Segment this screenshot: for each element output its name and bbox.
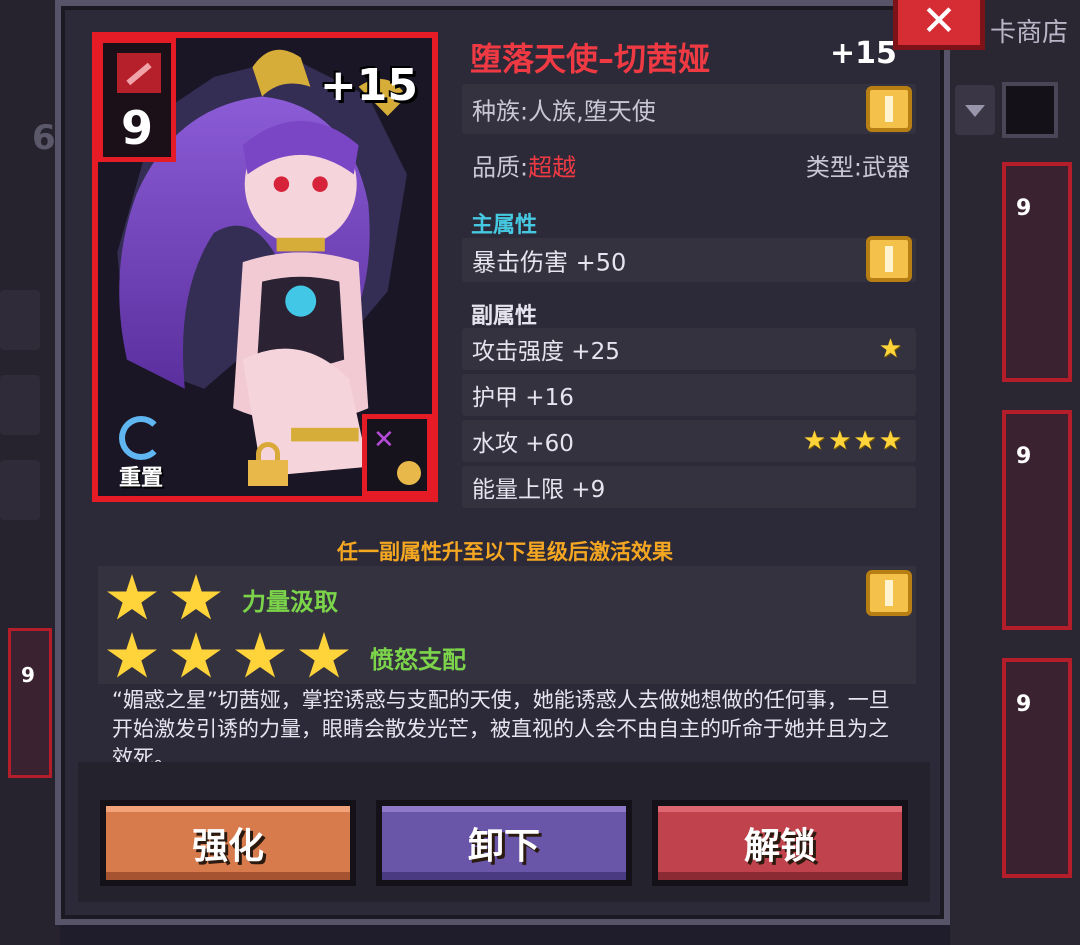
helmet-icon (397, 461, 421, 485)
reset-label: 重置 (118, 466, 163, 491)
sub-attribute-row: 水攻 +60 ★★★★ (462, 420, 916, 462)
info-button-race[interactable] (866, 86, 912, 132)
reset-button[interactable]: 重置 (106, 416, 176, 492)
race-row: 种族:人族,堕天使 (462, 84, 916, 134)
star-icon: ★ (878, 334, 904, 364)
star-icon (107, 632, 157, 678)
star-icon (171, 632, 221, 678)
star-icon (299, 632, 349, 678)
lock-icon[interactable] (248, 442, 288, 486)
set-effect-row: 愤怒支配 (106, 632, 466, 682)
background-card[interactable]: 9 (8, 628, 52, 778)
race-label: 种族:人族,堕天使 (472, 97, 656, 126)
close-button[interactable]: ✕ (893, 0, 985, 50)
background-card-level: 9 (1016, 444, 1032, 469)
quality-row: 品质:超越 类型:武器 (462, 140, 916, 190)
main-attribute-value: 暴击伤害 +50 (472, 248, 627, 277)
background-item[interactable] (0, 460, 40, 520)
item-card: 9 +15 重置 ✕ (92, 32, 438, 502)
main-attribute-heading: 主属性 (471, 213, 538, 238)
info-button-main[interactable] (866, 236, 912, 282)
type-label: 类型:武器 (805, 153, 910, 182)
background-card[interactable]: 9 (1002, 658, 1072, 878)
info-icon (885, 580, 893, 606)
item-enhance-level: +15 (830, 36, 897, 71)
background-number: 6 (32, 118, 56, 158)
info-icon (885, 96, 893, 122)
quality-label: 品质: (472, 153, 529, 182)
star-icon (107, 574, 157, 620)
background-shop-tab[interactable]: 卡商店 (990, 12, 1068, 49)
background-card-level: 9 (1016, 196, 1032, 221)
sub-attribute-value: 能量上限 +9 (472, 477, 606, 503)
sub-attribute-value: 护甲 +16 (472, 385, 574, 411)
refresh-icon (119, 416, 163, 460)
star-icon (235, 632, 285, 678)
card-level-badge: 9 (98, 38, 176, 162)
info-icon (885, 246, 893, 272)
item-description: “媚惑之星”切茜娅，掌控诱惑与支配的天使，她能诱惑人去做她想做的任何事，一旦开始… (112, 688, 890, 762)
sub-attribute-heading: 副属性 (471, 304, 538, 329)
star-icon: ★★★★ (802, 426, 904, 456)
enhance-button[interactable]: 强化 (100, 800, 356, 886)
sub-attribute-value: 水攻 +60 (472, 431, 574, 457)
background-dropdown[interactable] (955, 85, 995, 135)
close-icon: ✕ (921, 0, 957, 45)
set-effect-name: 力量汲取 (242, 587, 338, 616)
background-item[interactable] (0, 375, 40, 435)
sub-attribute-row: 能量上限 +9 (462, 466, 916, 508)
set-effect-name: 愤怒支配 (370, 645, 466, 674)
item-title: 堕落天使–切茜娅 (470, 40, 711, 78)
background-grid-button[interactable] (1002, 82, 1058, 138)
unequip-button[interactable]: 卸下 (376, 800, 632, 886)
background-card-level: 9 (1016, 692, 1032, 717)
set-effect-row: 力量汲取 (106, 574, 338, 624)
card-enhance-level: +15 (319, 60, 418, 111)
background-card-level: 9 (21, 663, 35, 687)
card-set-badge: ✕ (362, 414, 432, 496)
sub-attribute-row: 护甲 +16 (462, 374, 916, 416)
sword-icon (117, 53, 161, 93)
star-icon (171, 574, 221, 620)
info-button-effect[interactable] (866, 570, 912, 616)
background-card[interactable]: 9 (1002, 410, 1072, 630)
background-item[interactable] (0, 290, 40, 350)
crossed-swords-icon: ✕ (373, 425, 395, 455)
card-level: 9 (120, 101, 153, 155)
sub-attribute-value: 攻击强度 +25 (472, 339, 620, 365)
set-effect-box: 力量汲取 愤怒支配 (98, 566, 916, 684)
sub-attribute-row: 攻击强度 +25 ★ (462, 328, 916, 370)
main-attribute-row: 暴击伤害 +50 (462, 238, 916, 282)
unlock-button[interactable]: 解锁 (652, 800, 908, 886)
background-card[interactable]: 9 (1002, 162, 1072, 382)
quality-value: 超越 (528, 153, 577, 182)
set-effect-heading: 任一副属性升至以下星级后激活效果 (337, 540, 673, 564)
